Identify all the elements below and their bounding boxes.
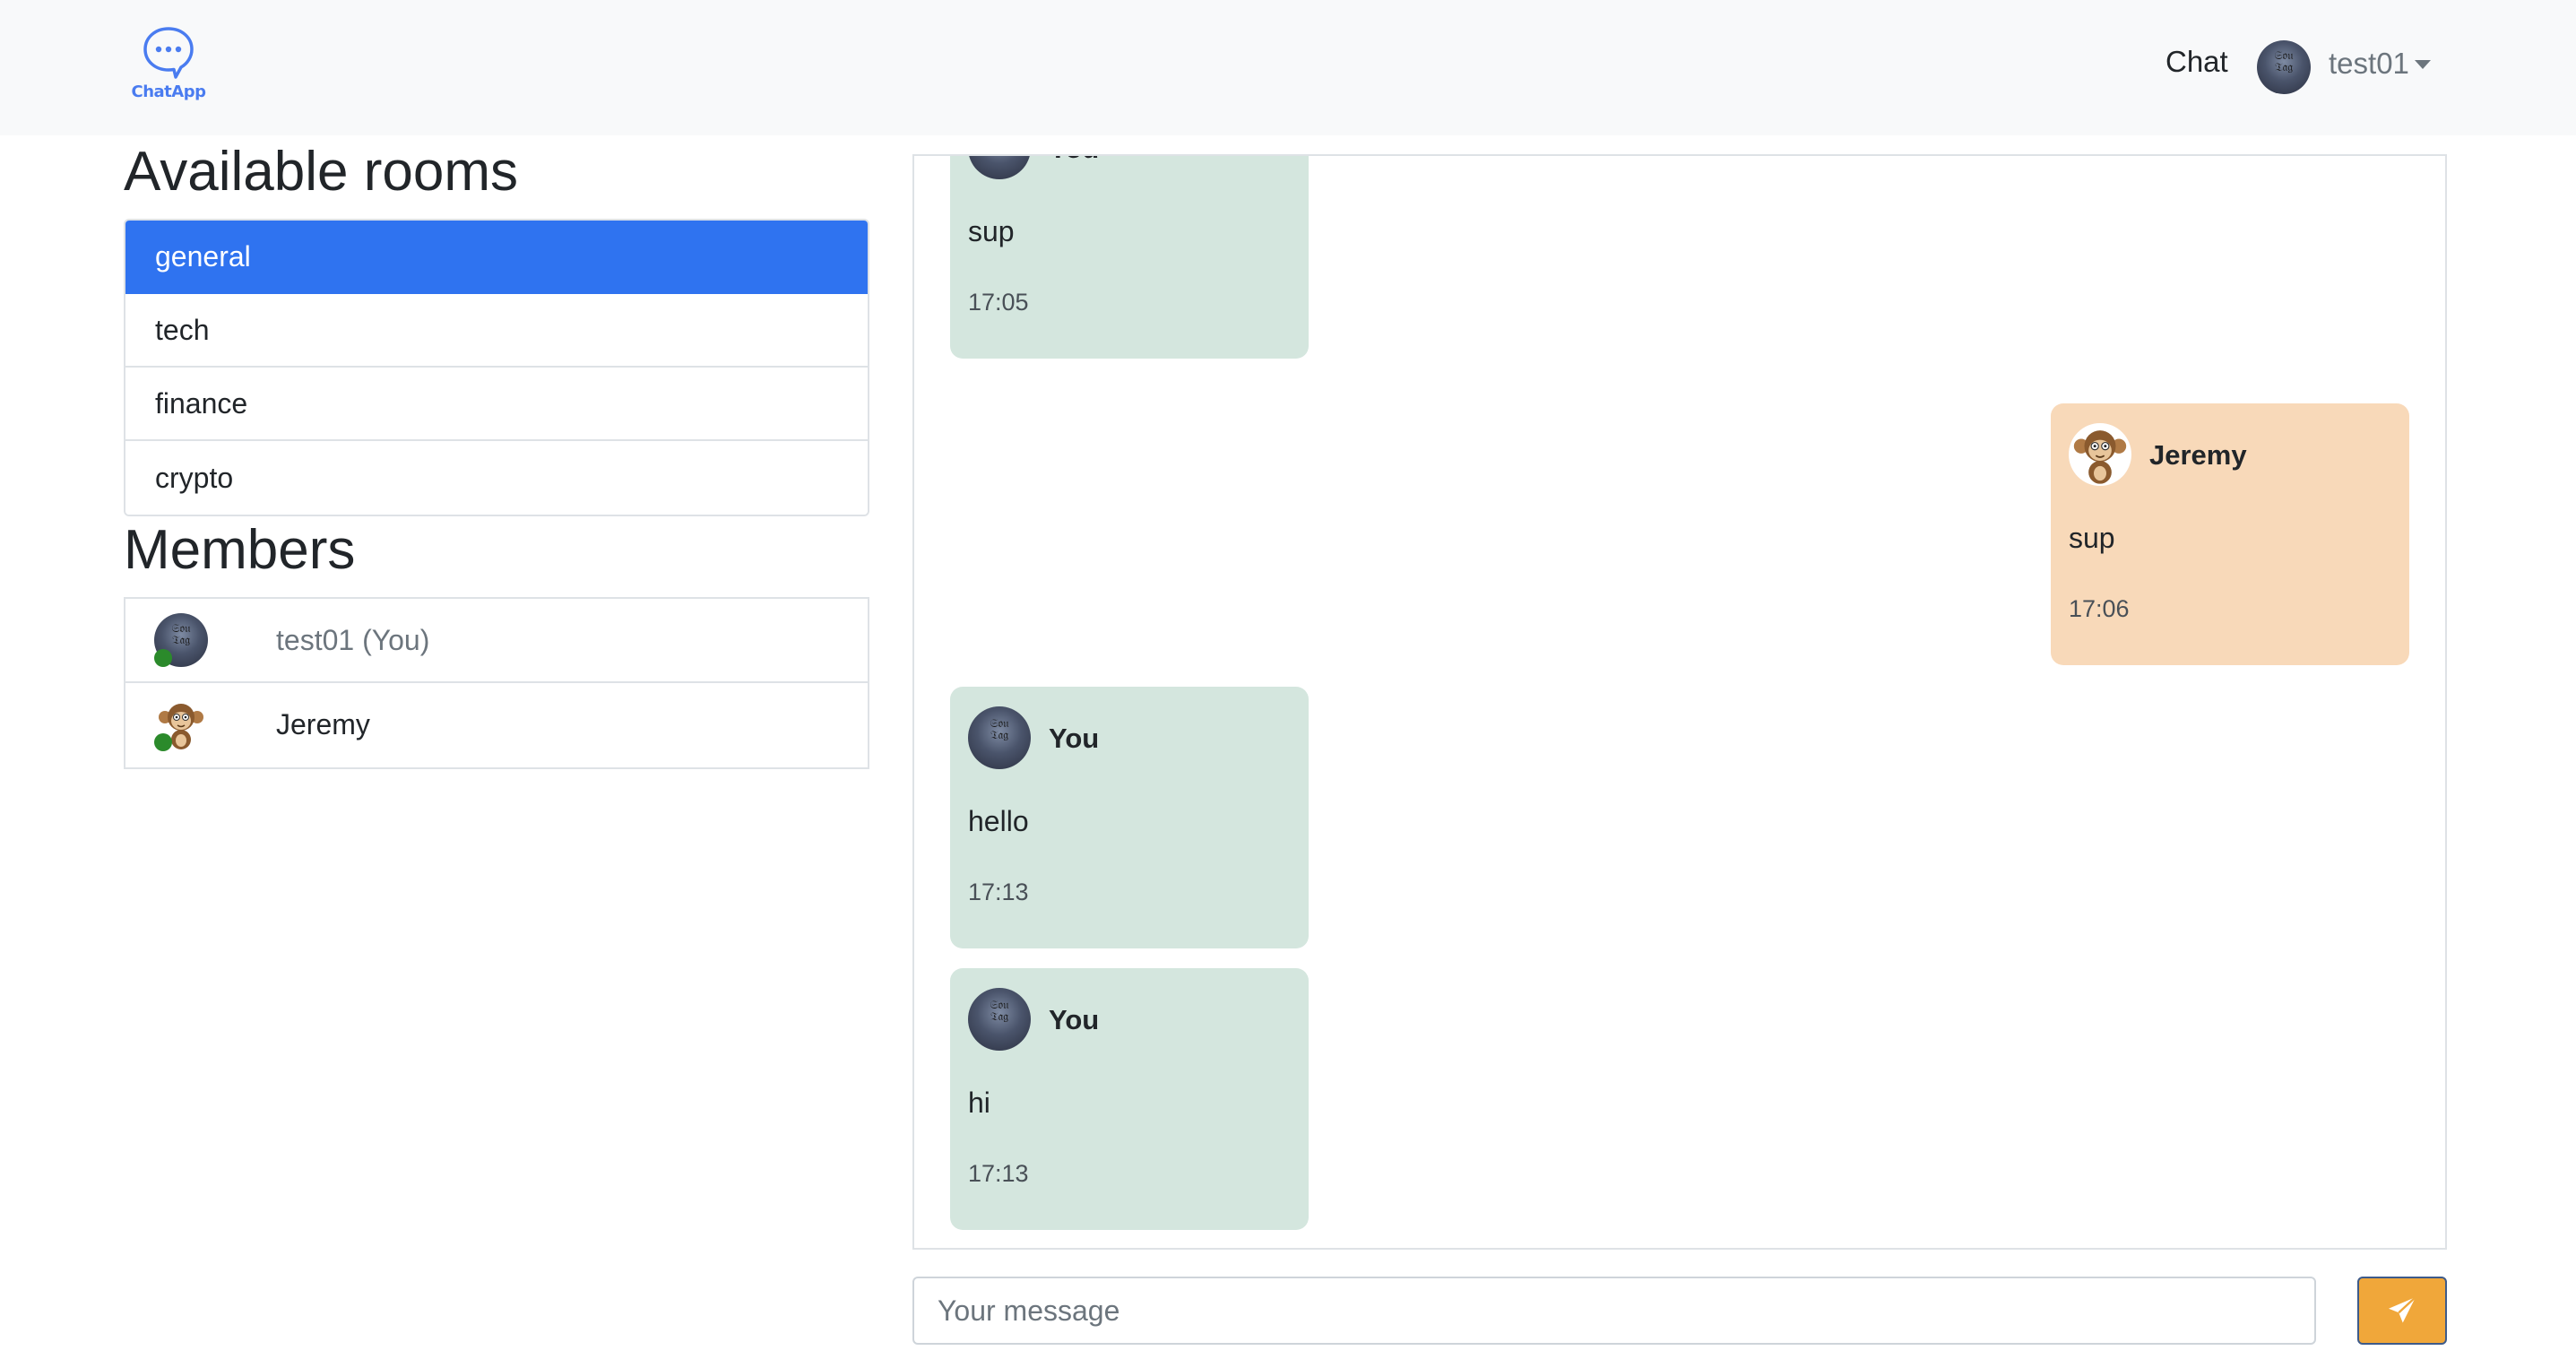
member-list: test01 (You) Jeremy — [124, 597, 869, 769]
message-author: You — [1049, 723, 1100, 754]
avatar — [968, 988, 1031, 1051]
chat-bubble-icon — [143, 27, 194, 79]
message-author: You — [1049, 156, 1099, 165]
brand-logo[interactable]: ChatApp — [131, 25, 206, 106]
avatar — [968, 156, 1031, 179]
message-text: sup — [968, 215, 1015, 247]
room-item-crypto[interactable]: crypto — [125, 441, 868, 515]
room-item-general[interactable]: general — [125, 221, 868, 294]
chat-messages-panel[interactable]: You sup 17:05 Jeremy sup 17:06 You — [912, 154, 2447, 1250]
caret-down-icon — [2414, 60, 2431, 69]
message-author: Jeremy — [2149, 439, 2247, 471]
message-text: hello — [968, 805, 1029, 837]
monkey-avatar — [2069, 423, 2131, 486]
online-status-dot — [154, 649, 172, 667]
rooms-heading: Available rooms — [124, 141, 518, 203]
avatar — [968, 706, 1031, 769]
nav-link-chat[interactable]: Chat — [2165, 45, 2228, 79]
members-heading: Members — [124, 519, 356, 581]
message-bubble: You hello 17:13 — [950, 687, 1309, 948]
send-button[interactable] — [2357, 1277, 2447, 1345]
username-label: test01 — [2329, 47, 2409, 80]
message-time: 17:05 — [968, 289, 1029, 316]
logo-text: ChatApp — [131, 82, 206, 101]
member-name: Jeremy — [276, 708, 370, 740]
member-item: Jeremy — [125, 683, 868, 767]
navbar: ChatApp Chat test01 — [0, 0, 2576, 135]
room-item-finance[interactable]: finance — [125, 368, 868, 441]
paper-plane-icon — [2389, 1296, 2416, 1323]
member-name: test01 (You) — [276, 624, 430, 656]
message-time: 17:13 — [968, 879, 1029, 905]
message-author: You — [1049, 1004, 1100, 1035]
message-text: hi — [968, 1087, 990, 1119]
message-bubble: Jeremy sup 17:06 — [2051, 403, 2409, 665]
message-bubble: You sup 17:05 — [950, 156, 1309, 359]
online-status-dot — [154, 733, 172, 751]
message-bubble: You hi 17:13 — [950, 968, 1309, 1230]
message-time: 17:13 — [968, 1160, 1029, 1187]
message-time: 17:06 — [2069, 595, 2130, 622]
message-text: sup — [2069, 522, 2115, 554]
user-avatar[interactable] — [2257, 40, 2311, 94]
message-input[interactable] — [912, 1277, 2316, 1345]
room-item-tech[interactable]: tech — [125, 294, 868, 368]
user-dropdown[interactable]: test01 — [2329, 47, 2431, 81]
room-list: general tech finance crypto — [124, 219, 869, 516]
member-item: test01 (You) — [125, 599, 868, 683]
